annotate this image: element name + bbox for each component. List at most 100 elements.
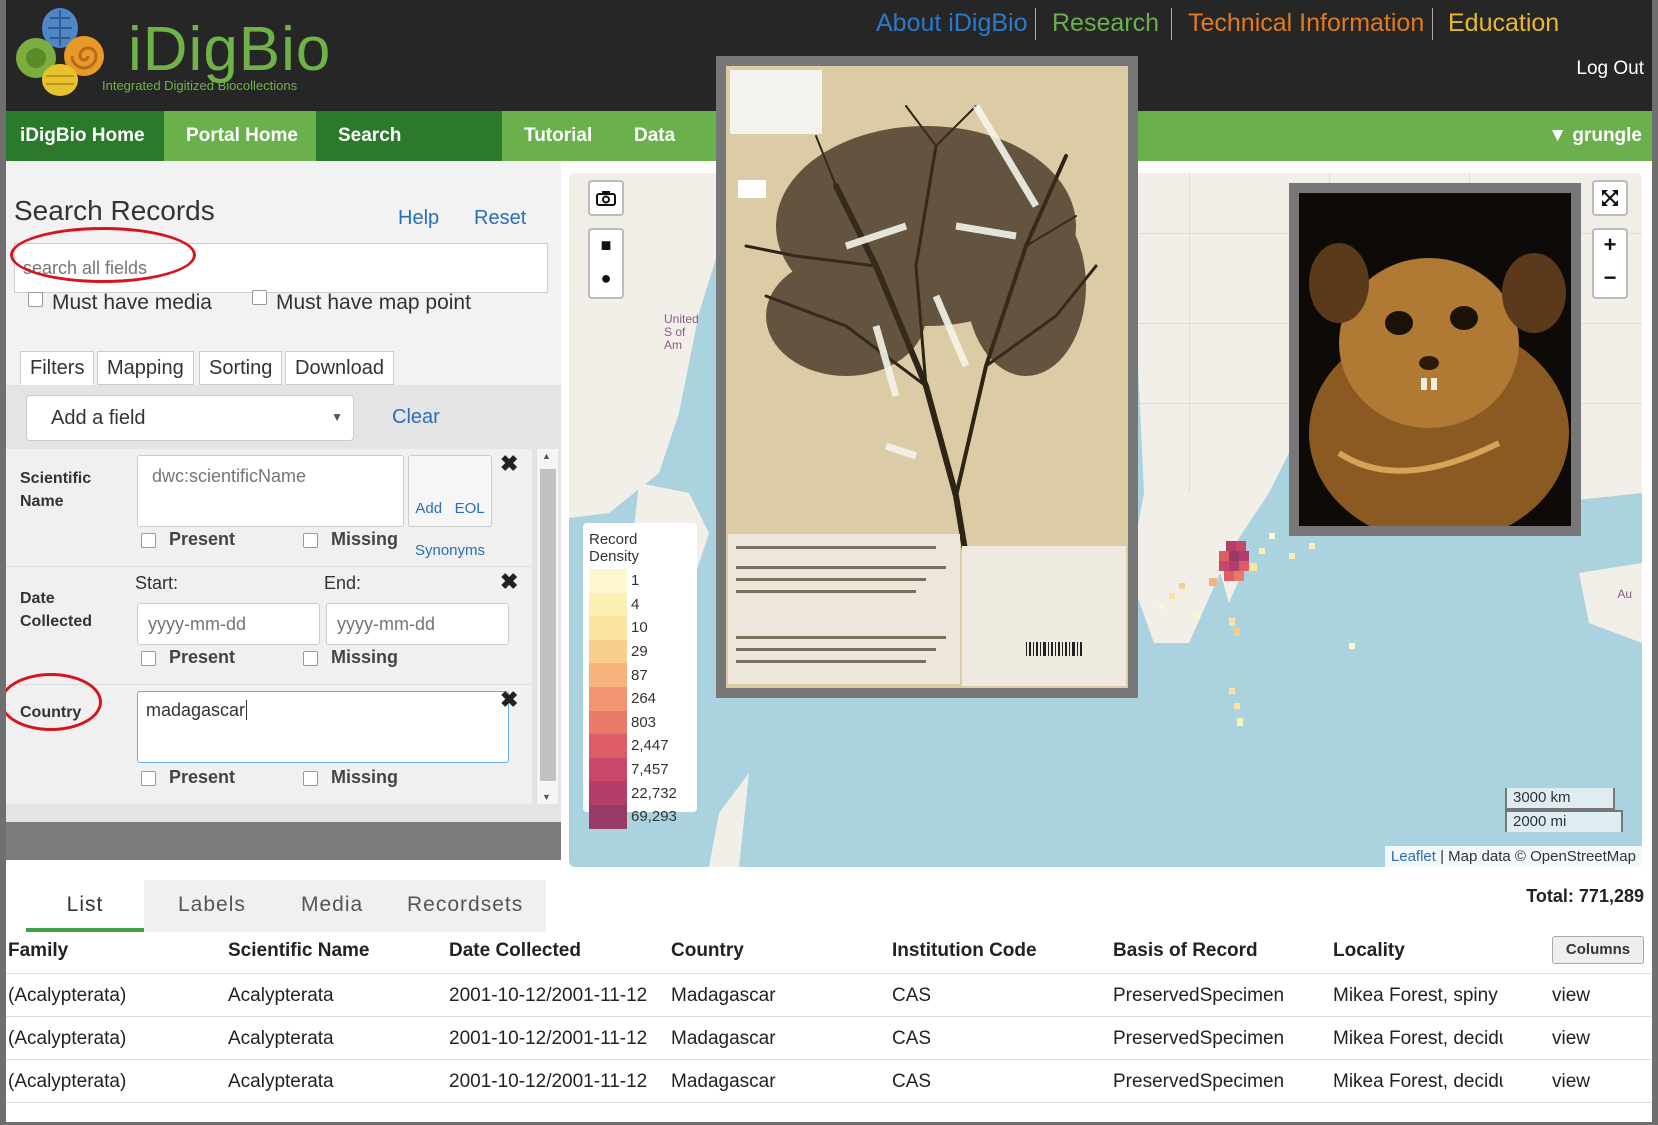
end-date-input[interactable] xyxy=(326,603,509,645)
nav-tutorial[interactable]: Tutorial xyxy=(502,111,614,161)
add-field-select-value: Add a field xyxy=(51,407,146,429)
tab-sorting[interactable]: Sorting xyxy=(199,351,283,385)
legend-row: 22,732 xyxy=(589,781,691,805)
draw-circle-icon[interactable]: ● xyxy=(588,263,624,299)
column-header-locality[interactable]: Locality xyxy=(1333,940,1405,962)
column-header-country[interactable]: Country xyxy=(671,940,744,962)
checkbox[interactable] xyxy=(252,290,267,306)
legend-row: 803 xyxy=(589,710,691,735)
nav-portal-home[interactable]: Portal Home xyxy=(164,111,320,161)
animal-photo-icon xyxy=(1299,193,1571,543)
legend-swatch xyxy=(589,592,627,617)
nav-education-link[interactable]: Education xyxy=(1448,6,1559,40)
must-have-media-checkbox[interactable] xyxy=(28,291,43,309)
nav-technical-information-link[interactable]: Technical Information xyxy=(1188,6,1424,40)
camera-icon[interactable] xyxy=(588,180,624,216)
tab-filters[interactable]: Filters xyxy=(20,351,95,385)
column-header-institution-code[interactable]: Institution Code xyxy=(892,940,1037,962)
herbarium-specimen-image[interactable] xyxy=(716,56,1138,698)
legend-row: 69,293 xyxy=(589,804,691,829)
missing-checkbox[interactable] xyxy=(303,651,318,666)
view-link[interactable]: view xyxy=(1552,985,1590,1007)
tab-download[interactable]: Download xyxy=(285,351,394,385)
column-header-date-collected[interactable]: Date Collected xyxy=(449,940,581,962)
column-header-scientific-name[interactable]: Scientific Name xyxy=(228,940,370,962)
logo-subtitle: Integrated Digitized Biocollections xyxy=(102,78,298,93)
leaflet-link[interactable]: Leaflet xyxy=(1391,848,1436,865)
start-date-input[interactable] xyxy=(137,603,320,645)
record-density-legend: Record Density 1 4 10 29 87 264 803 2,447 7,457 2… xyxy=(583,523,697,829)
table-row[interactable]: (Acalypterata) Acalypterata 2001-10-12/2… xyxy=(6,1016,1652,1059)
nav-research-link[interactable]: Research xyxy=(1052,6,1159,40)
present-checkbox[interactable] xyxy=(141,533,156,548)
cell-scientific-name: Acalypterata xyxy=(228,985,334,1006)
add-eol-synonyms-button[interactable]: Add EOL Synonyms xyxy=(408,455,492,558)
checkbox[interactable] xyxy=(28,292,43,308)
aye-aye-specimen-photo[interactable] xyxy=(1289,183,1581,543)
idigbio-logo[interactable]: iDigBio Integrated Digitized Biocollecti… xyxy=(12,6,330,100)
zoom-out-button[interactable]: − xyxy=(1592,263,1628,299)
filter-label-line: Name xyxy=(20,493,64,510)
missing-checkbox[interactable] xyxy=(303,771,318,786)
filter-label-line: Date xyxy=(20,590,55,607)
cell-locality: Mikea Forest, decidu... xyxy=(1333,1028,1503,1049)
columns-button[interactable]: Columns xyxy=(1552,936,1644,964)
tab-list[interactable]: List xyxy=(26,880,144,932)
close-icon[interactable]: ✖ xyxy=(500,687,518,713)
tab-labels[interactable]: Labels xyxy=(178,880,246,932)
scroll-up-icon[interactable]: ▲ xyxy=(542,451,551,461)
legend-swatch xyxy=(589,639,627,664)
legend-row: 2,447 xyxy=(589,734,691,758)
view-link[interactable]: view xyxy=(1552,1071,1590,1093)
draw-rectangle-icon[interactable]: ■ xyxy=(588,228,624,264)
nav-idigbio-home[interactable]: iDigBio Home xyxy=(6,111,164,161)
divider xyxy=(1035,8,1036,40)
column-header-family[interactable]: Family xyxy=(8,940,68,962)
logo-wordmark: iDigBio xyxy=(128,15,332,84)
fullscreen-icon[interactable] xyxy=(1592,180,1628,216)
tab-media[interactable]: Media xyxy=(301,880,363,932)
nav-search-records[interactable]: Search Records xyxy=(316,111,502,196)
close-icon[interactable]: ✖ xyxy=(500,569,518,595)
filters-area: Add a field ▼ Clear Scientific Name Add … xyxy=(6,385,561,860)
log-out-link[interactable]: Log Out xyxy=(1576,58,1644,80)
user-menu[interactable]: ▼ grungle xyxy=(1548,111,1642,161)
map-label-australia: Au xyxy=(1617,587,1632,601)
table-row[interactable] xyxy=(6,1102,1652,1122)
scientific-name-input[interactable] xyxy=(137,455,404,527)
present-label: Present xyxy=(169,767,236,787)
present-checkbox[interactable] xyxy=(141,771,156,786)
divider xyxy=(1171,8,1172,40)
scroll-down-icon[interactable]: ▼ xyxy=(542,792,551,802)
missing-checkbox[interactable] xyxy=(303,533,318,548)
filter-list-scrollbar[interactable]: ▲ ▼ xyxy=(536,449,558,804)
legend-row: 4 xyxy=(589,592,691,617)
filter-label: Scientific Name xyxy=(20,467,91,513)
column-header-basis-of-record[interactable]: Basis of Record xyxy=(1113,940,1258,962)
missing-label: Missing xyxy=(331,647,399,667)
chevron-down-icon: ▼ xyxy=(331,410,343,424)
clear-filters-link[interactable]: Clear xyxy=(392,406,440,429)
legend-row: 7,457 xyxy=(589,757,691,782)
logo-emblem-icon xyxy=(16,8,104,96)
scrollbar-thumb[interactable] xyxy=(540,469,556,781)
cell-locality: Mikea Forest, spiny f... xyxy=(1333,985,1503,1006)
nav-data[interactable]: Data xyxy=(612,111,697,161)
cell-scientific-name: Acalypterata xyxy=(228,1028,334,1049)
reset-link[interactable]: Reset xyxy=(474,207,526,230)
nav-about-idigbio-link[interactable]: About iDigBio xyxy=(876,6,1027,40)
add-field-select[interactable]: Add a field ▼ xyxy=(26,395,354,441)
table-row[interactable]: (Acalypterata) Acalypterata 2001-10-12/2… xyxy=(6,973,1652,1016)
close-icon[interactable]: ✖ xyxy=(500,451,518,477)
tab-recordsets[interactable]: Recordsets xyxy=(407,880,523,932)
view-link[interactable]: view xyxy=(1552,1028,1590,1050)
present-checkbox[interactable] xyxy=(141,651,156,666)
legend-swatch xyxy=(589,781,627,805)
table-row[interactable]: (Acalypterata) Acalypterata 2001-10-12/2… xyxy=(6,1059,1652,1102)
country-input[interactable]: madagascar xyxy=(137,691,509,763)
filter-label: Date Collected xyxy=(20,587,92,633)
help-link[interactable]: Help xyxy=(398,207,439,230)
zoom-in-button[interactable]: + xyxy=(1592,228,1628,264)
must-have-map-point-checkbox[interactable] xyxy=(252,289,267,307)
tab-mapping[interactable]: Mapping xyxy=(97,351,194,385)
